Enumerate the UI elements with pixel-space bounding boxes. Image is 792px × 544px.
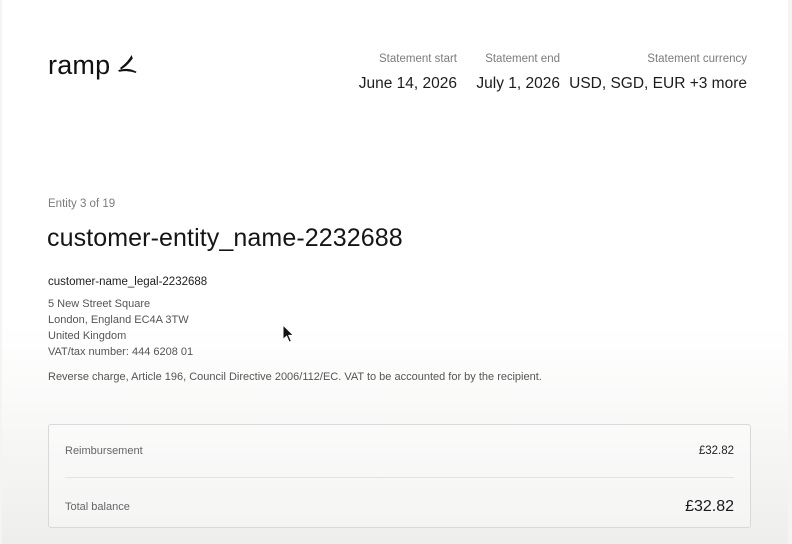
entity-address: 5 New Street Square London, England EC4A… xyxy=(48,296,193,360)
ramp-wing-icon xyxy=(118,54,137,73)
address-country: United Kingdom xyxy=(48,330,127,342)
entity-count: Entity 3 of 19 xyxy=(48,198,116,210)
statement-start: Statement start June 14, 2026 xyxy=(359,52,457,94)
balance-summary: Reimbursement £32.82 Total balance £32.8… xyxy=(48,424,751,528)
reimbursement-amount: £32.82 xyxy=(698,445,734,457)
legal-name: customer-name_legal-2232688 xyxy=(48,276,208,288)
statement-currency-label: Statement currency xyxy=(647,53,747,65)
reimbursement-label: Reimbursement xyxy=(65,445,143,457)
statement-currency: Statement currency USD, SGD, EUR +3 more xyxy=(569,52,747,94)
address-line1: 5 New Street Square xyxy=(48,298,151,310)
brand-name: ramp xyxy=(48,50,111,80)
summary-row-reimbursement: Reimbursement £32.82 xyxy=(65,441,734,461)
statement-page: ramp Statement start June 14, 2026 State… xyxy=(2,0,788,544)
address-line2: London, England EC4A 3TW xyxy=(48,314,189,326)
total-balance-label: Total balance xyxy=(65,501,130,513)
total-balance-amount: £32.82 xyxy=(685,498,734,515)
vat-number: VAT/tax number: 444 6208 01 xyxy=(48,346,194,358)
statement-start-label: Statement start xyxy=(379,53,457,65)
statement-end-label: Statement end xyxy=(485,53,560,65)
statement-start-value: June 14, 2026 xyxy=(358,75,457,92)
statement-currency-value: USD, SGD, EUR +3 more xyxy=(569,75,747,92)
brand-logo: ramp xyxy=(48,52,138,79)
summary-divider xyxy=(65,477,734,478)
entity-name: customer-entity_name-2232688 xyxy=(47,224,403,252)
statement-end: Statement end July 1, 2026 xyxy=(476,52,560,94)
summary-row-total: Total balance £32.82 xyxy=(65,495,734,519)
mouse-cursor-icon xyxy=(282,324,295,343)
statement-end-value: July 1, 2026 xyxy=(476,75,560,92)
reverse-charge-note: Reverse charge, Article 196, Council Dir… xyxy=(48,371,542,383)
